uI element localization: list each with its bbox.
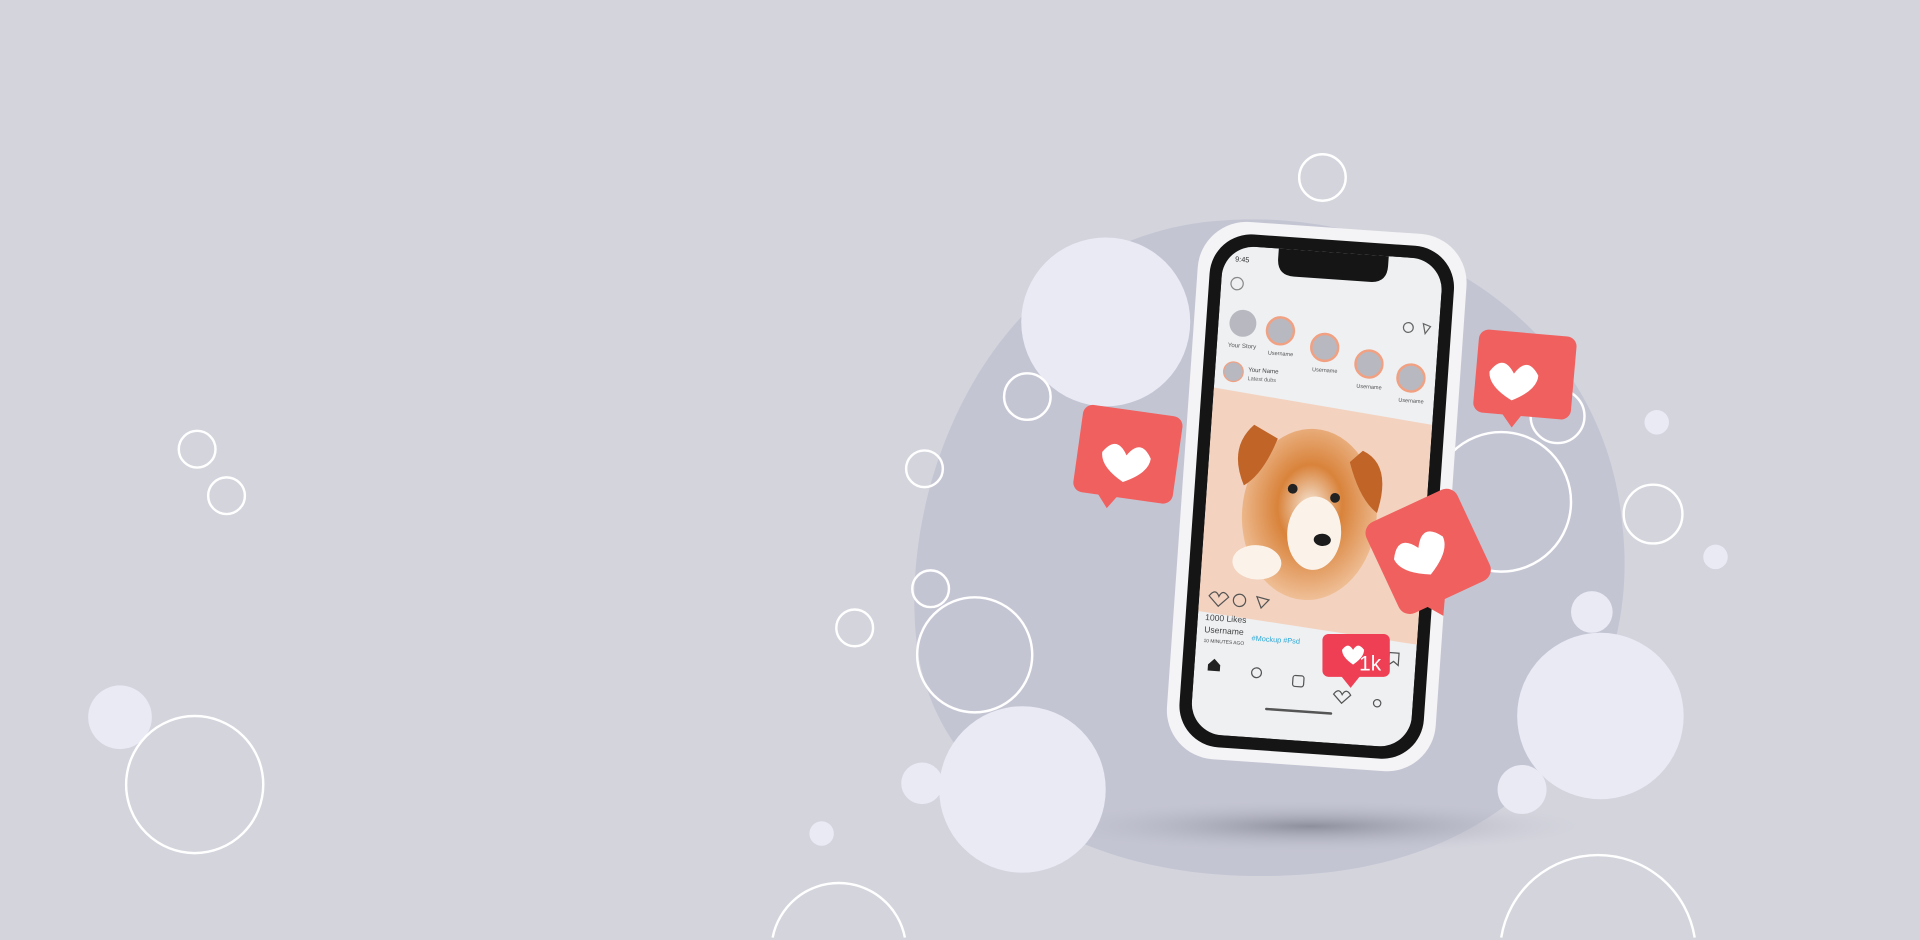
- phone-shadow: [1040, 799, 1580, 854]
- status-time: 9:45: [1235, 254, 1250, 264]
- hero-illustration: 9:45 Your Story Username Username Userna…: [88, 152, 1728, 938]
- phone-mockup: 9:45 Your Story Username Username Userna…: [1166, 221, 1467, 772]
- like-count: 1k: [1359, 653, 1382, 676]
- post-avatar[interactable]: [1222, 361, 1244, 383]
